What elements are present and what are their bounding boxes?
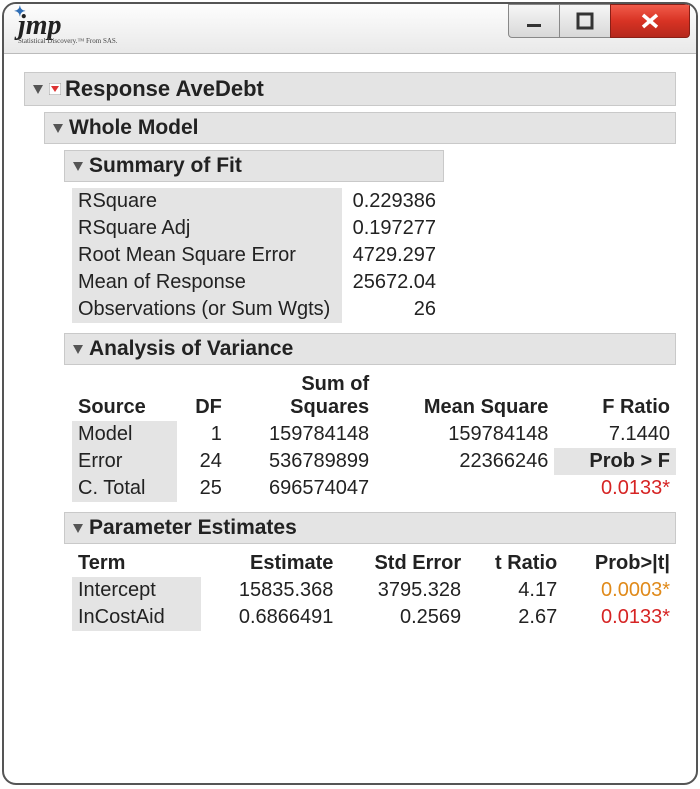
anova-body: Source DF Sum of Squares Mean Square F R… — [72, 371, 676, 502]
col-df: DF — [177, 371, 228, 421]
disclosure-icon[interactable] — [73, 345, 83, 354]
disclosure-icon[interactable] — [73, 162, 83, 171]
param-estimate: 15835.368 — [201, 577, 339, 604]
table-row: RSquare 0.229386 — [72, 188, 442, 215]
hotspot-icon[interactable] — [49, 83, 61, 95]
close-icon — [637, 12, 663, 30]
anova-ms: 22366246 — [375, 448, 554, 475]
whole-model-header[interactable]: Whole Model — [44, 112, 676, 144]
fit-value: 0.197277 — [342, 215, 442, 242]
table-header-row: Term Estimate Std Error t Ratio Prob>|t| — [72, 550, 676, 577]
minimize-button[interactable] — [508, 4, 560, 38]
disclosure-icon[interactable] — [33, 85, 43, 94]
anova-ms — [375, 475, 554, 502]
table-row: Mean of Response 25672.04 — [72, 269, 442, 296]
anova-ss: 696574047 — [228, 475, 375, 502]
param-term: InCostAid — [72, 604, 201, 631]
params-table: Term Estimate Std Error t Ratio Prob>|t|… — [72, 550, 676, 631]
col-term: Term — [72, 550, 201, 577]
summary-of-fit-table: RSquare 0.229386 RSquare Adj 0.197277 Ro… — [72, 188, 442, 323]
param-t: 4.17 — [467, 577, 563, 604]
fit-label: RSquare — [72, 188, 342, 215]
col-probt: Prob>|t| — [563, 550, 676, 577]
table-header-row: Source DF Sum of Squares Mean Square F R… — [72, 371, 676, 421]
anova-header[interactable]: Analysis of Variance — [64, 333, 676, 365]
fit-value: 4729.297 — [342, 242, 442, 269]
param-t: 2.67 — [467, 604, 563, 631]
table-row: RSquare Adj 0.197277 — [72, 215, 442, 242]
col-fratio: F Ratio — [554, 371, 676, 421]
window-controls — [509, 4, 696, 38]
summary-of-fit-title: Summary of Fit — [89, 154, 242, 178]
param-p: 0.0133* — [563, 604, 676, 631]
app-logo: ✦ jmp Statistical Discovery.™ From SAS. — [18, 12, 118, 45]
logo-subtext: Statistical Discovery.™ From SAS. — [18, 38, 118, 45]
col-ms: Mean Square — [375, 371, 554, 421]
anova-table: Source DF Sum of Squares Mean Square F R… — [72, 371, 676, 502]
fit-value: 0.229386 — [342, 188, 442, 215]
col-tratio: t Ratio — [467, 550, 563, 577]
col-ss: Sum of Squares — [228, 371, 375, 421]
anova-ss: 159784148 — [228, 421, 375, 448]
param-term: Intercept — [72, 577, 201, 604]
report-content: Response AveDebt Whole Model Summary of … — [4, 54, 696, 661]
anova-df: 1 — [177, 421, 228, 448]
anova-title: Analysis of Variance — [89, 337, 293, 361]
fit-label: RSquare Adj — [72, 215, 342, 242]
close-button[interactable] — [610, 4, 690, 38]
col-source: Source — [72, 371, 177, 421]
params-title: Parameter Estimates — [89, 516, 297, 540]
minimize-icon — [525, 12, 543, 30]
params-body: Term Estimate Std Error t Ratio Prob>|t|… — [72, 550, 676, 631]
summary-of-fit-body: RSquare 0.229386 RSquare Adj 0.197277 Ro… — [72, 188, 676, 323]
anova-source: Error — [72, 448, 177, 475]
disclosure-icon[interactable] — [73, 524, 83, 533]
whole-model-title: Whole Model — [69, 116, 199, 140]
probf-value: 0.0133* — [554, 475, 676, 502]
param-p: 0.0003* — [563, 577, 676, 604]
table-row: C. Total 25 696574047 0.0133* — [72, 475, 676, 502]
table-row: Observations (or Sum Wgts) 26 — [72, 296, 442, 323]
response-header[interactable]: Response AveDebt — [24, 72, 676, 106]
table-row: Model 1 159784148 159784148 7.1440 — [72, 421, 676, 448]
param-stderr: 3795.328 — [339, 577, 467, 604]
response-title: Response AveDebt — [65, 76, 264, 102]
anova-ms: 159784148 — [375, 421, 554, 448]
col-estimate: Estimate — [201, 550, 339, 577]
maximize-button[interactable] — [559, 4, 611, 38]
disclosure-icon[interactable] — [53, 124, 63, 133]
table-row: InCostAid 0.6866491 0.2569 2.67 0.0133* — [72, 604, 676, 631]
titlebar: ✦ jmp Statistical Discovery.™ From SAS. — [4, 4, 696, 54]
params-header[interactable]: Parameter Estimates — [64, 512, 676, 544]
fit-value: 25672.04 — [342, 269, 442, 296]
maximize-icon — [576, 12, 594, 30]
anova-ss: 536789899 — [228, 448, 375, 475]
param-estimate: 0.6866491 — [201, 604, 339, 631]
table-row: Root Mean Square Error 4729.297 — [72, 242, 442, 269]
anova-source: C. Total — [72, 475, 177, 502]
fit-value: 26 — [342, 296, 442, 323]
app-window: ✦ jmp Statistical Discovery.™ From SAS. — [2, 2, 698, 785]
anova-f: 7.1440 — [554, 421, 676, 448]
fit-label: Mean of Response — [72, 269, 342, 296]
anova-df: 24 — [177, 448, 228, 475]
fit-label: Observations (or Sum Wgts) — [72, 296, 342, 323]
table-row: Error 24 536789899 22366246 Prob > F — [72, 448, 676, 475]
col-stderr: Std Error — [339, 550, 467, 577]
param-stderr: 0.2569 — [339, 604, 467, 631]
summary-of-fit-header[interactable]: Summary of Fit — [64, 150, 444, 182]
probf-label: Prob > F — [554, 448, 676, 475]
table-row: Intercept 15835.368 3795.328 4.17 0.0003… — [72, 577, 676, 604]
fit-label: Root Mean Square Error — [72, 242, 342, 269]
anova-source: Model — [72, 421, 177, 448]
anova-df: 25 — [177, 475, 228, 502]
